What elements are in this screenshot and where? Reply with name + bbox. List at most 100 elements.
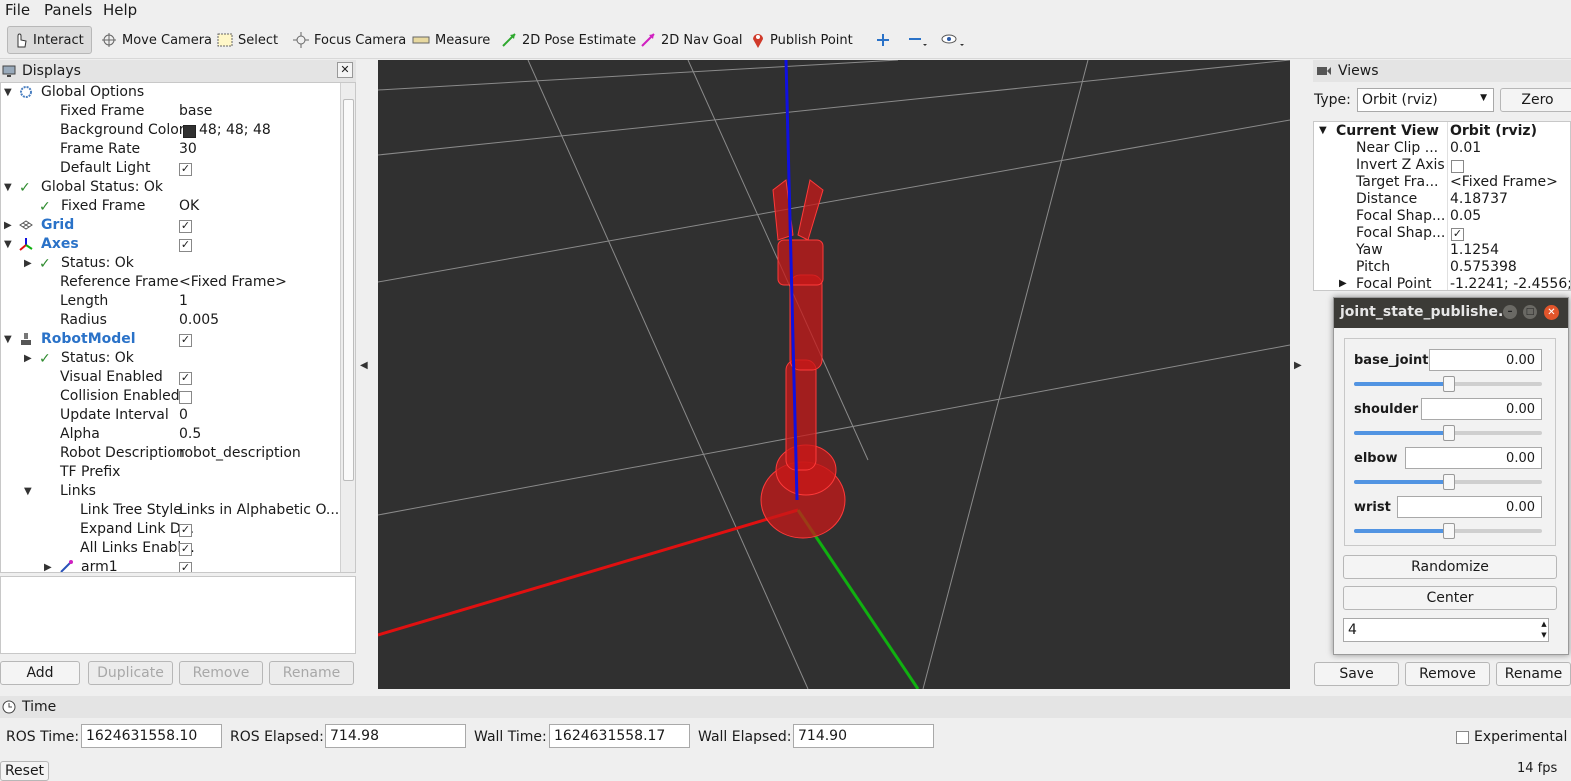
display-row[interactable]: Visual Enabled ✓ (1, 369, 343, 388)
display-row[interactable]: ▶ ✓ Status: Ok (1, 255, 343, 274)
joint-slider[interactable] (1354, 425, 1542, 441)
wall-elapsed-field[interactable]: 714.90 (793, 724, 934, 748)
checkbox-checked[interactable]: ✓ (179, 163, 192, 176)
joint-slider[interactable] (1354, 523, 1542, 539)
spin-box[interactable]: 4 (1343, 618, 1549, 642)
display-row-value[interactable]: base (179, 103, 212, 119)
remove-display-button[interactable]: Remove (179, 661, 263, 685)
maximize-icon[interactable]: □ (1523, 305, 1537, 319)
displays-tree[interactable]: ▼ Global Options Fixed Frame base Background… (0, 82, 356, 573)
expand-right-icon[interactable]: ▶ (1339, 278, 1347, 289)
joint-slider[interactable] (1354, 474, 1542, 490)
display-row[interactable]: Collision Enabled (1, 388, 343, 407)
color-swatch[interactable] (183, 125, 196, 138)
views-tree[interactable]: ▼ Current View Orbit (rviz) Near Clip ... 0.… (1313, 121, 1571, 291)
remove-view-button[interactable]: Remove (1405, 662, 1490, 686)
slider-handle[interactable] (1443, 376, 1455, 392)
move-camera-button[interactable]: Move Camera (95, 26, 218, 54)
checkbox-checked[interactable]: ✓ (179, 372, 192, 385)
view-row[interactable]: ▶ Focal Point -1.2241; -2.4556;... (1314, 276, 1570, 290)
slider-handle[interactable] (1443, 523, 1455, 539)
joint-value-field[interactable]: 0.00 (1397, 496, 1542, 518)
focal-shape-checkbox[interactable]: ✓ (1451, 228, 1464, 241)
display-row[interactable]: Alpha 0.5 (1, 426, 343, 445)
view-row[interactable]: Yaw 1.1254 (1314, 242, 1570, 259)
display-row[interactable]: ▼ Axes ✓ (1, 236, 343, 255)
display-row[interactable]: ▼ Links (1, 483, 343, 502)
view-row-value[interactable]: Orbit (rviz) (1450, 123, 1537, 139)
view-row-value[interactable]: 0.01 (1450, 140, 1481, 156)
display-row[interactable]: ✓ Fixed Frame OK (1, 198, 343, 217)
invert-z-checkbox[interactable] (1451, 160, 1464, 173)
display-row-value[interactable]: 0.005 (179, 312, 219, 328)
rename-view-button[interactable]: Rename (1496, 662, 1571, 686)
display-row[interactable]: Radius 0.005 (1, 312, 343, 331)
displays-scrollbar[interactable] (340, 83, 355, 572)
reset-button[interactable]: Reset (0, 761, 49, 781)
expand-right-icon[interactable]: ▶ (44, 562, 52, 572)
display-row-value[interactable]: 48; 48; 48 (199, 122, 271, 138)
menu-panels[interactable]: Panels (44, 1, 92, 19)
expand-right-icon[interactable]: ▶ (24, 353, 32, 364)
view-row[interactable]: Pitch 0.575398 (1314, 259, 1570, 276)
display-row[interactable]: All Links Enabl... ✓ (1, 540, 343, 559)
checkbox-checked[interactable]: ✓ (179, 524, 192, 537)
spin-arrows-icon[interactable]: ▲ ▼ (1539, 619, 1549, 641)
add-tool-button[interactable] (870, 26, 901, 54)
view-row-value[interactable]: 0.05 (1450, 208, 1481, 224)
display-row-value[interactable]: <Fixed Frame> (179, 274, 287, 290)
menu-file[interactable]: File (5, 1, 30, 19)
expand-down-icon[interactable]: ▼ (1319, 125, 1327, 136)
checkbox-checked[interactable]: ✓ (179, 543, 192, 556)
display-row-value[interactable]: OK (179, 198, 199, 214)
window-close-icon[interactable]: ✕ (1544, 305, 1559, 320)
pose-estimate-button[interactable]: 2D Pose Estimate (495, 26, 642, 54)
dialog-title-bar[interactable]: joint_state_publishe... – □ ✕ (1334, 298, 1568, 328)
expand-right-icon[interactable]: ▶ (4, 220, 12, 231)
display-row[interactable]: Length 1 (1, 293, 343, 312)
view-row[interactable]: ▼ Current View Orbit (rviz) (1314, 123, 1570, 140)
expand-down-icon[interactable]: ▼ (4, 87, 12, 98)
view-type-select[interactable]: Orbit (rviz) ▼ (1357, 88, 1494, 112)
display-row[interactable]: ▶ Grid ✓ (1, 217, 343, 236)
minimize-icon[interactable]: – (1503, 305, 1517, 319)
joint-value-field[interactable]: 0.00 (1405, 447, 1542, 469)
remove-tool-button[interactable] (902, 26, 939, 54)
expand-down-icon[interactable]: ▼ (4, 239, 12, 250)
view-row-value[interactable]: <Fixed Frame> (1450, 174, 1558, 190)
view-tool-button[interactable] (935, 26, 976, 54)
joint-value-field[interactable]: 0.00 (1421, 398, 1542, 420)
checkbox-checked[interactable]: ✓ (179, 562, 192, 572)
view-row[interactable]: Distance 4.18737 (1314, 191, 1570, 208)
display-row[interactable]: ▶ ✓ Status: Ok (1, 350, 343, 369)
expand-down-icon[interactable]: ▼ (24, 486, 32, 497)
render-viewport[interactable] (378, 60, 1290, 689)
ros-time-field[interactable]: 1624631558.10 (81, 724, 222, 748)
collapse-right-icon[interactable]: ▶ (1294, 360, 1302, 371)
display-row-value[interactable]: 0.5 (179, 426, 201, 442)
display-row[interactable]: Reference Frame <Fixed Frame> (1, 274, 343, 293)
view-row-value[interactable]: 4.18737 (1450, 191, 1508, 207)
add-display-button[interactable]: Add (0, 661, 80, 685)
display-row[interactable]: Expand Link D... ✓ (1, 521, 343, 540)
slider-handle[interactable] (1443, 474, 1455, 490)
select-button[interactable]: Select (211, 26, 284, 54)
view-row[interactable]: Focal Shap... 0.05 (1314, 208, 1570, 225)
rename-display-button[interactable]: Rename (269, 661, 354, 685)
view-row-value[interactable]: 1.1254 (1450, 242, 1499, 258)
experimental-checkbox[interactable] (1456, 731, 1469, 744)
display-row[interactable]: TF Prefix (1, 464, 343, 483)
display-row[interactable]: Update Interval 0 (1, 407, 343, 426)
measure-button[interactable]: Measure (406, 26, 496, 54)
checkbox-unchecked[interactable] (179, 391, 192, 404)
display-row[interactable]: ▶ arm1 ✓ (1, 559, 343, 572)
display-row[interactable]: Background Color 48; 48; 48 (1, 122, 343, 141)
display-row[interactable]: ▼ RobotModel ✓ (1, 331, 343, 350)
joint-slider[interactable] (1354, 376, 1542, 392)
zero-button[interactable]: Zero (1500, 88, 1571, 112)
collapse-left-icon[interactable]: ◀ (360, 360, 368, 371)
expand-right-icon[interactable]: ▶ (24, 258, 32, 269)
display-row-value[interactable]: robot_description (179, 445, 301, 461)
view-row[interactable]: Invert Z Axis (1314, 157, 1570, 174)
view-row-value[interactable]: 0.575398 (1450, 259, 1517, 275)
